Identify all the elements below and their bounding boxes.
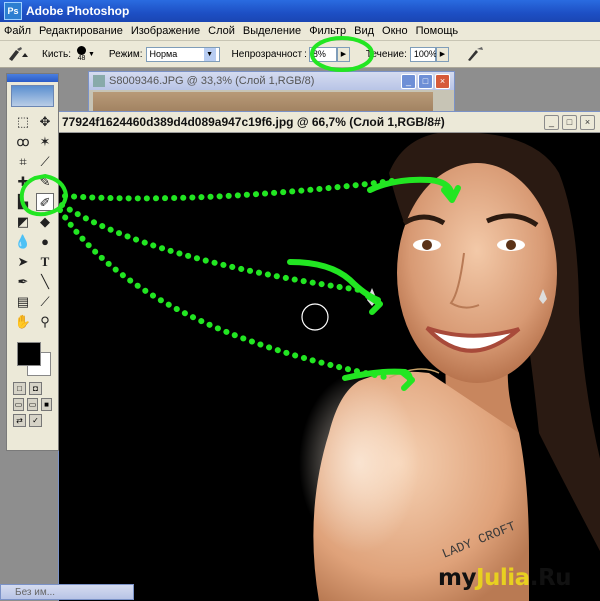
arrow-to-cheek [59, 202, 363, 293]
watermark-part-julia: Julia [475, 565, 530, 591]
arrow-to-shoulder [57, 207, 393, 381]
annotation-overlay [19, 36, 461, 391]
arrow-to-forehead [62, 177, 403, 202]
opacity-highlight-circle [310, 36, 374, 72]
watermark-part-my: my [438, 565, 476, 591]
watermark: myJulia.Ru [438, 565, 572, 591]
watermark-part-ru: .Ru [529, 565, 572, 591]
minimized-window-title: Без им... [15, 586, 56, 598]
minimized-document-window[interactable]: Без им... [0, 584, 134, 600]
